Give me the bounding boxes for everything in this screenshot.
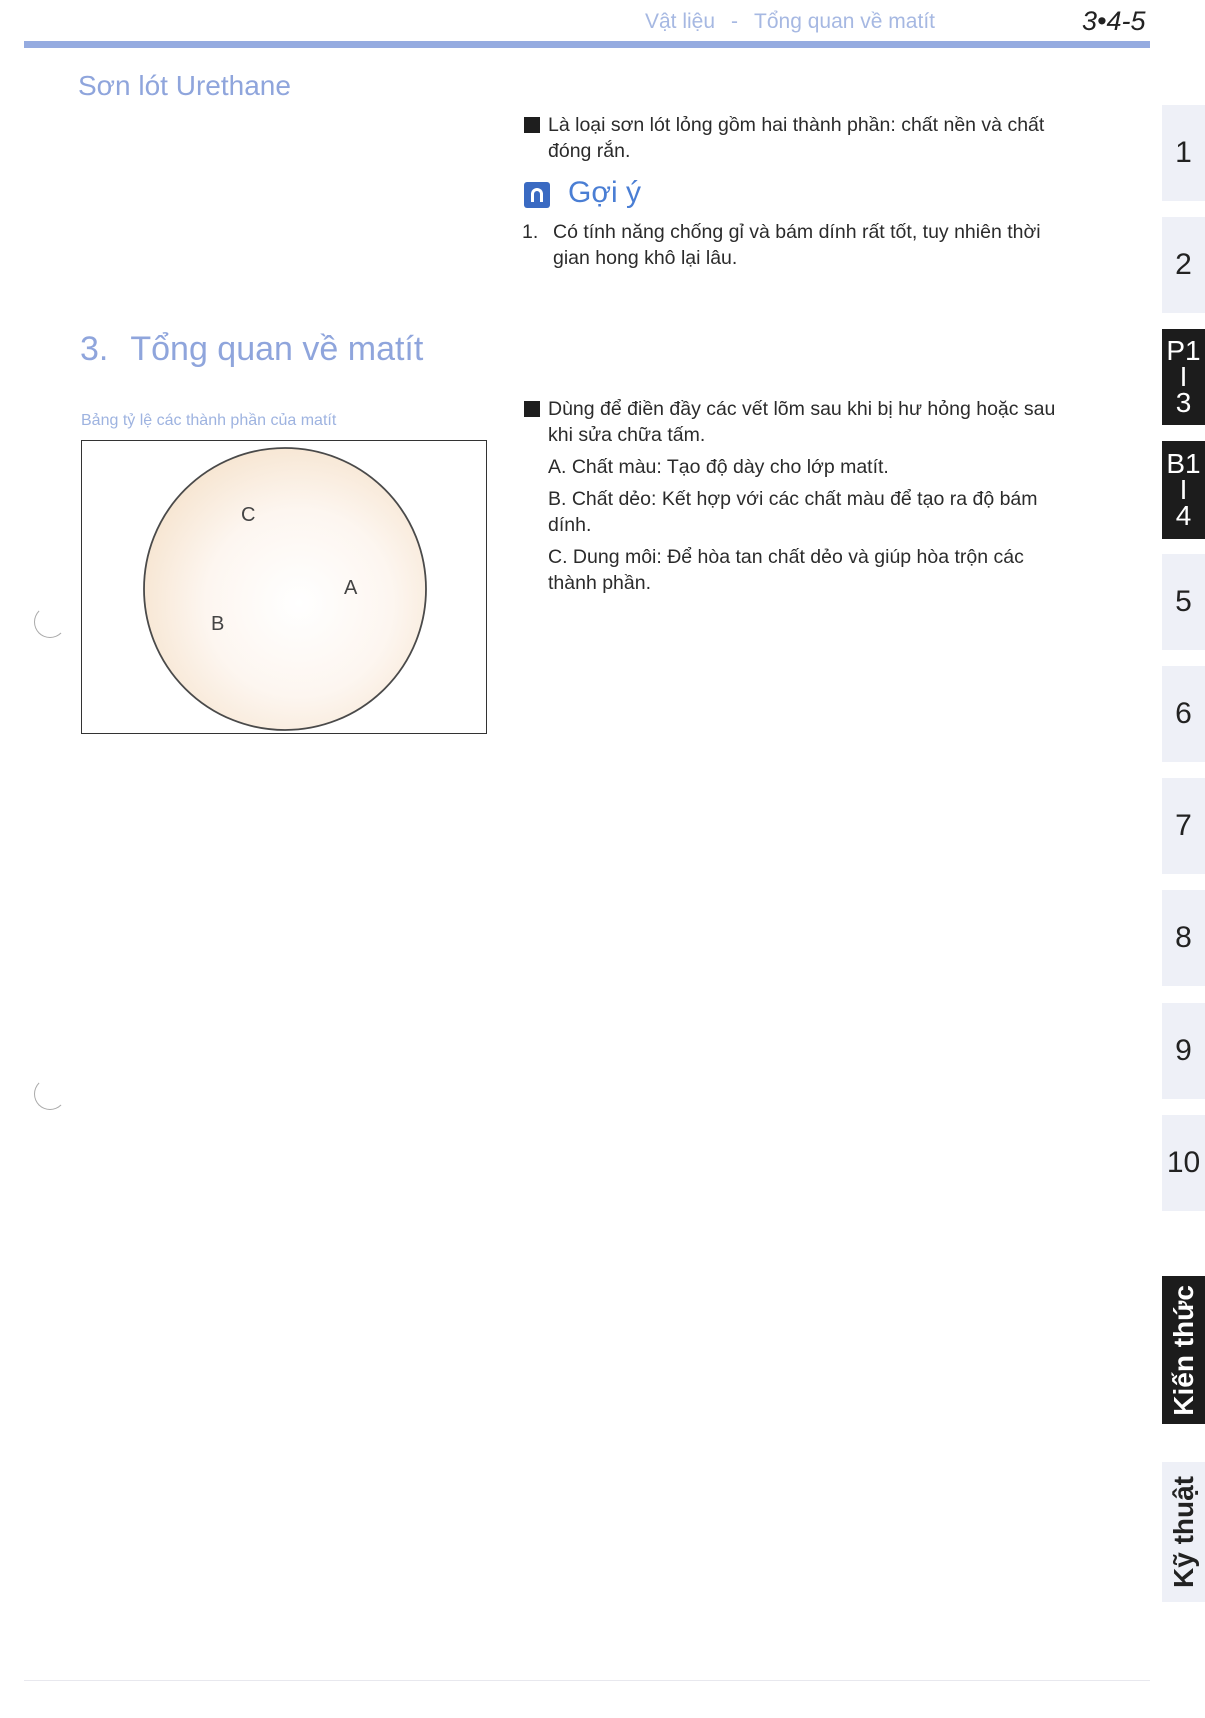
side-tab-10[interactable]: 10 xyxy=(1162,1115,1205,1211)
figure-caption: Bảng tỷ lệ các thành phần của matít xyxy=(81,412,337,429)
side-tab-kien-thuc[interactable]: Kiến thức xyxy=(1162,1276,1205,1424)
header-rule xyxy=(24,41,1150,48)
matit-item-b-line1: B. Chất dẻo: Kết hợp với các chất màu để… xyxy=(548,488,1038,510)
matit-item-b-line2: dính. xyxy=(548,514,592,536)
side-tab-8[interactable]: 8 xyxy=(1162,890,1205,986)
tip-text: Có tính năng chống gỉ và bám dính rất tố… xyxy=(553,219,1113,271)
binder-hole-icon xyxy=(34,606,66,638)
composition-circle xyxy=(143,447,427,731)
matit-description: Dùng để điền đầy các vết lõm sau khi bị … xyxy=(524,396,1118,596)
composition-circle-svg: C A B xyxy=(143,447,427,731)
matit-item-c-line2: thành phần. xyxy=(548,572,652,594)
side-tab-2[interactable]: 2 xyxy=(1162,217,1205,313)
bullet-square-icon xyxy=(524,117,540,133)
urethane-bullet: Là loại sơn lót lỏng gồm hai thành phần:… xyxy=(524,112,1108,164)
side-tab-b1-4-bot: 4 xyxy=(1175,500,1192,531)
side-tab-kien-thuc-label: Kiến thức xyxy=(1167,1284,1199,1416)
bullet-square-icon xyxy=(524,401,540,417)
page-number: 3•4-5 xyxy=(1082,6,1146,36)
tip-icon xyxy=(524,182,550,208)
pie-label-a: A xyxy=(344,577,358,599)
side-tab-ky-thuat[interactable]: Kỹ thuật xyxy=(1162,1462,1205,1602)
urethane-bullet-line2: đóng rắn. xyxy=(548,140,631,162)
side-tab-b1-4[interactable]: B1 I 4 xyxy=(1162,441,1205,539)
pie-label-c: C xyxy=(241,504,255,526)
pie-label-b: B xyxy=(211,613,224,635)
header-section: Vật liệu xyxy=(645,10,716,33)
matit-item-a: A. Chất màu: Tạo độ dày cho lớp matít. xyxy=(548,456,889,478)
matit-heading-title: Tổng quan về matít xyxy=(130,330,424,368)
urethane-bullet-line1: Là loại sơn lót lỏng gồm hai thành phần:… xyxy=(548,114,1045,136)
running-header: Vật liệu - Tổng quan về matít xyxy=(645,10,935,34)
matit-heading-number: 3. xyxy=(80,330,109,368)
side-tab-6[interactable]: 6 xyxy=(1162,666,1205,762)
tip-line1: Có tính năng chống gỉ và bám dính rất tố… xyxy=(553,221,1041,243)
side-tab-9[interactable]: 9 xyxy=(1162,1003,1205,1099)
binder-hole-icon xyxy=(34,1078,66,1110)
side-tab-p1-3-bot: 3 xyxy=(1175,387,1192,418)
matit-item-c-line1: C. Dung môi: Để hòa tan chất dẻo và giúp… xyxy=(548,546,1024,568)
matit-intro-line1: Dùng để điền đầy các vết lõm sau khi bị … xyxy=(548,398,1056,420)
header-separator: - xyxy=(731,10,739,33)
tip-number: 1. xyxy=(522,221,539,243)
matit-intro-line2: khi sửa chữa tấm. xyxy=(548,424,706,446)
side-tab-1[interactable]: 1 xyxy=(1162,105,1205,201)
side-tab-p1-3[interactable]: P1 I 3 xyxy=(1162,329,1205,425)
tip-label: Gợi ý xyxy=(568,176,642,209)
footer-rule xyxy=(24,1680,1150,1681)
header-topic: Tổng quan về matít xyxy=(754,10,935,33)
matit-heading: 3. Tổng quan về matít xyxy=(80,330,423,369)
tip-line2: gian hong khô lại lâu. xyxy=(553,247,738,269)
urethane-heading: Sơn lót Urethane xyxy=(78,70,291,101)
side-tab-ky-thuat-label: Kỹ thuật xyxy=(1167,1476,1199,1588)
side-tab-5[interactable]: 5 xyxy=(1162,554,1205,650)
side-tab-7[interactable]: 7 xyxy=(1162,778,1205,874)
matit-composition-figure: C A B xyxy=(81,440,487,734)
